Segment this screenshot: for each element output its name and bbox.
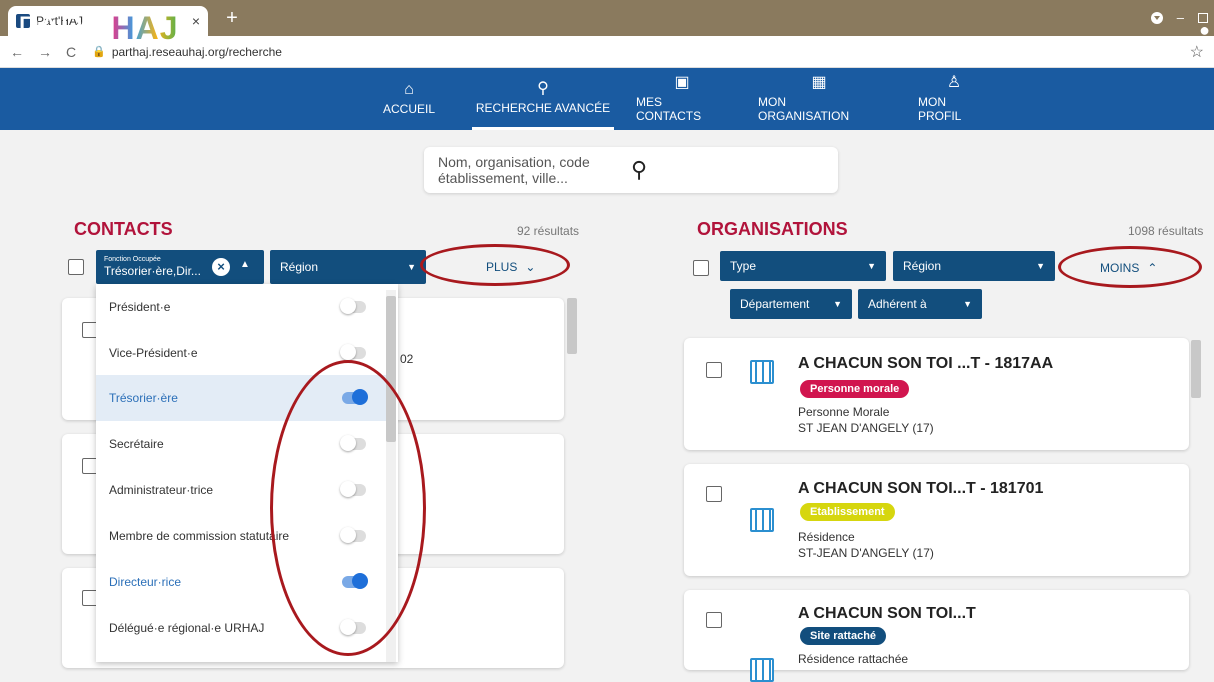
contacts-title: CONTACTS (74, 219, 173, 239)
organisation-city: ST JEAN D'ANGELY (17) (798, 421, 934, 435)
nav-mon-organisation[interactable]: ▦ MON ORGANISATION (758, 68, 880, 130)
new-tab-button[interactable]: + (222, 8, 242, 28)
contact-card-icon: ▣ (674, 74, 690, 91)
status-badge: Etablissement (800, 503, 895, 521)
org-region-filter-button[interactable]: Région ▼ (893, 251, 1055, 281)
fonction-filter-button[interactable]: Fonction Occupée Trésorier·ère,Dir... (96, 250, 264, 284)
organisation-checkbox[interactable] (706, 612, 722, 628)
home-icon: ⌂ (404, 81, 414, 98)
toggle-switch[interactable] (342, 573, 368, 589)
buildings-icon: ▦ (811, 74, 827, 91)
moins-filters-button[interactable]: MOINS ⌃ (1100, 261, 1157, 275)
organisation-type: Résidence rattachée (798, 652, 909, 666)
toggle-switch[interactable] (340, 435, 366, 451)
chevron-down-icon: ▼ (963, 299, 972, 309)
building-icon (750, 360, 774, 384)
search-icon[interactable]: ⚲ (631, 157, 824, 183)
option-administrateur[interactable]: Administrateur·trice (96, 467, 386, 513)
option-membre-commission[interactable]: Membre de commission statutaire (96, 513, 386, 559)
organisations-scrollbar[interactable] (1191, 340, 1201, 398)
search-placeholder: Nom, organisation, code établissement, v… (438, 154, 590, 186)
toggle-switch[interactable] (340, 619, 366, 635)
close-tab-icon[interactable]: × (192, 13, 200, 29)
search-icon: ⚲ (537, 79, 549, 97)
organisation-type: Personne Morale (798, 405, 890, 419)
chevron-down-icon: ▼ (833, 299, 842, 309)
fonction-filter-caption: Fonction Occupée (104, 256, 161, 263)
option-delegue-regional[interactable]: Délégué·e régional·e URHAJ (96, 605, 386, 651)
option-vice-president[interactable]: Vice-Président·e (96, 330, 386, 376)
toggle-switch[interactable] (340, 298, 366, 314)
chevron-down-icon: ▼ (407, 262, 416, 272)
fonction-dropdown: Président·e Vice-Président·e Trésorier·è… (96, 284, 398, 662)
toggle-switch[interactable] (340, 481, 366, 497)
status-badge: Site rattaché (800, 627, 887, 645)
organisations-count: 1098 résultats (1128, 224, 1204, 238)
organisation-name[interactable]: A CHACUN SON TOI...T - 181701 (798, 480, 1043, 498)
clear-filter-icon[interactable]: × (212, 258, 230, 276)
nav-recherche-avancee[interactable]: ⚲ RECHERCHE AVANCÉE (472, 68, 614, 130)
organisations-title: ORGANISATIONS (697, 219, 848, 239)
option-president[interactable]: Président·e (96, 284, 386, 330)
contacts-select-all-checkbox[interactable] (68, 259, 84, 275)
chevron-down-icon: ▼ (1036, 261, 1045, 271)
organisation-checkbox[interactable] (706, 486, 722, 502)
organisation-name[interactable]: A CHACUN SON TOI...T (798, 605, 976, 623)
toggle-switch[interactable] (342, 389, 368, 405)
dropdown-scrollbar-thumb[interactable] (386, 296, 396, 442)
option-directeur[interactable]: Directeur·rice (96, 559, 386, 605)
building-icon (750, 508, 774, 532)
nav-mon-profil[interactable]: ♙ MON PROFIL (918, 68, 990, 130)
adherent-filter-button[interactable]: Adhérent à ▼ (858, 289, 982, 319)
chevron-down-icon: ⌄ (525, 260, 536, 274)
toggle-switch[interactable] (340, 344, 366, 360)
profile-menu-icon[interactable] (1150, 11, 1163, 24)
nav-accueil[interactable]: ⌂ ACCUEIL (383, 68, 435, 130)
type-filter-button[interactable]: Type ▼ (720, 251, 886, 281)
organisation-city: ST-JEAN D'ANGELY (17) (798, 546, 934, 560)
chevron-up-icon[interactable]: ▲ (240, 259, 250, 270)
option-secretaire[interactable]: Secrétaire (96, 421, 386, 467)
address-bar: ← → C 🔒 parthaj.reseauhaj.org/recherche … (0, 36, 1214, 68)
chevron-up-icon: ⌃ (1147, 261, 1158, 275)
region-filter-button[interactable]: Région ▼ (270, 250, 426, 284)
organisation-checkbox[interactable] (706, 362, 722, 378)
chevron-down-icon: ▼ (867, 261, 876, 271)
contact-card-text: 02 (400, 352, 414, 366)
url-field[interactable]: parthaj.reseauhaj.org/recherche (112, 45, 1190, 59)
search-input[interactable]: Nom, organisation, code établissement, v… (424, 147, 838, 193)
bookmark-star-icon[interactable]: ☆ (1190, 42, 1204, 62)
departement-filter-button[interactable]: Département ▼ (730, 289, 852, 319)
organisations-select-all-checkbox[interactable] (693, 260, 709, 276)
minimize-icon[interactable]: – (1177, 10, 1184, 25)
organisation-type: Résidence (798, 530, 855, 544)
parthaj-logo[interactable]: PART'HAJ (18, 10, 179, 47)
status-badge: Personne morale (800, 380, 910, 398)
contacts-count: 92 résultats (517, 224, 580, 238)
option-tresorier[interactable]: Trésorier·ère (96, 375, 386, 421)
contacts-scrollbar[interactable] (567, 298, 577, 354)
nav-mes-contacts[interactable]: ▣ MES CONTACTS (636, 68, 728, 130)
user-icon: ♙ (946, 74, 962, 91)
organisation-name[interactable]: A CHACUN SON TOI ...T - 1817AA (798, 355, 1053, 373)
account-icon[interactable]: ● (1199, 20, 1210, 41)
fonction-filter-value: Trésorier·ère,Dir... (104, 264, 201, 278)
toggle-switch[interactable] (340, 527, 366, 543)
plus-filters-button[interactable]: PLUS ⌄ (486, 260, 535, 274)
